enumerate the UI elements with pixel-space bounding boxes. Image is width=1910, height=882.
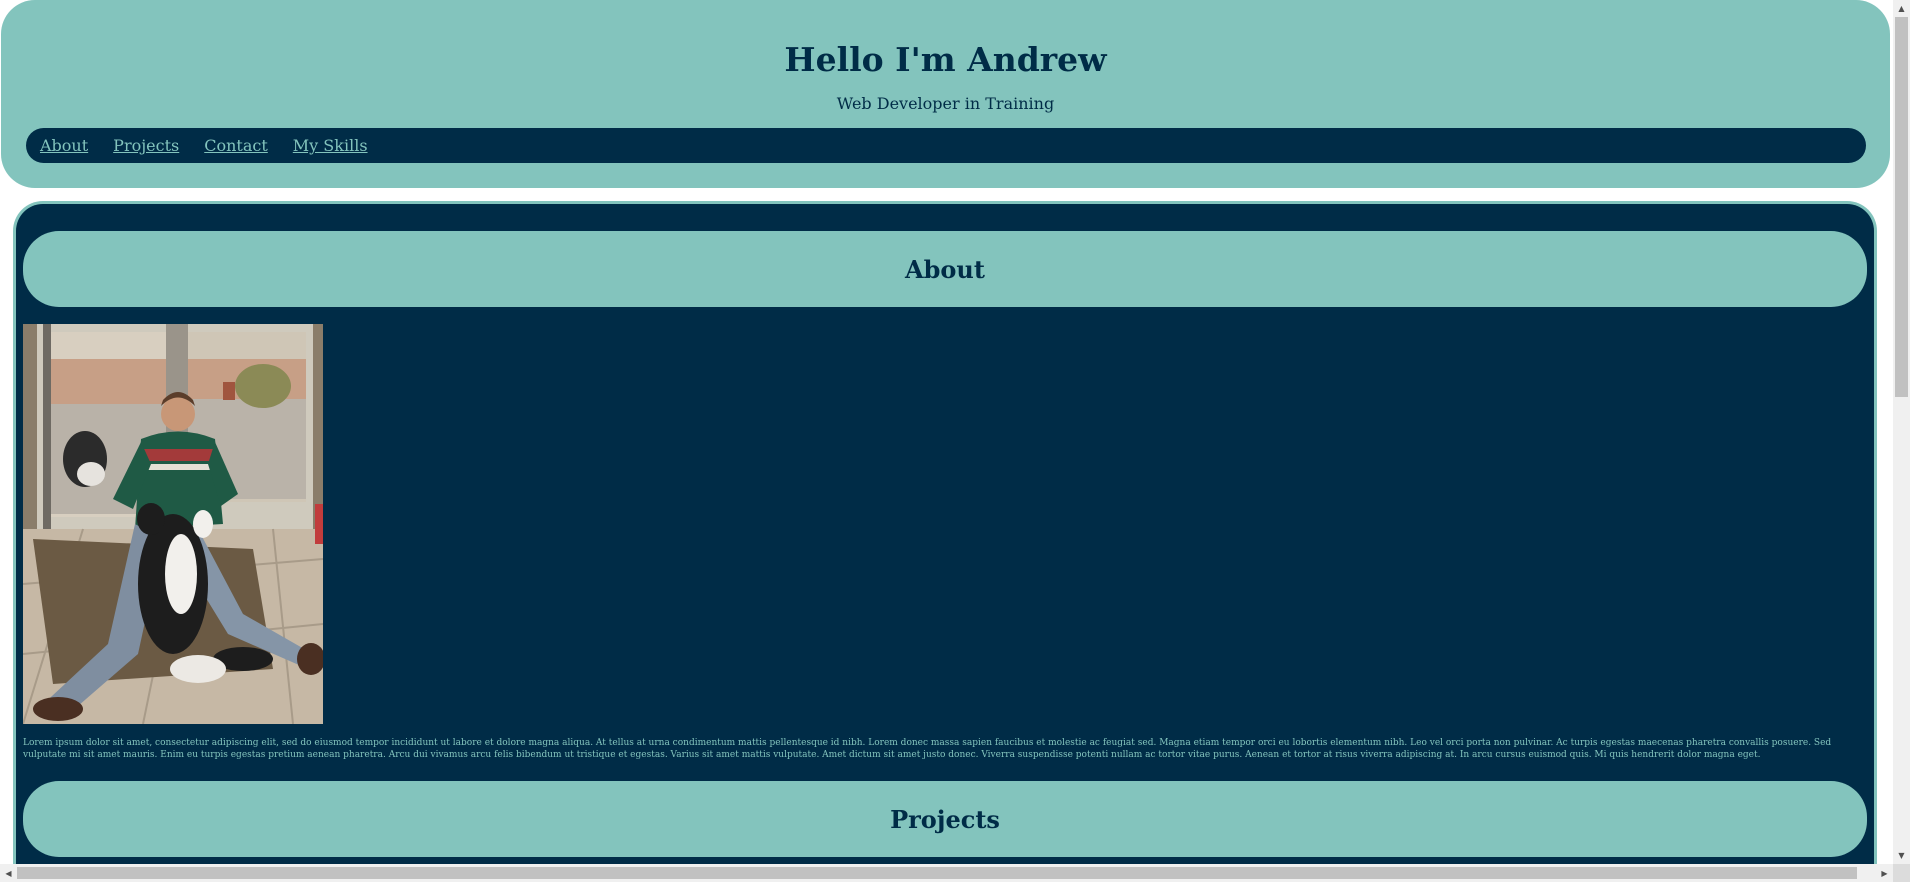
page-title: Hello I'm Andrew (784, 40, 1107, 79)
browser-viewport: Hello I'm Andrew Web Developer in Traini… (0, 0, 1910, 882)
scroll-down-arrow-icon[interactable]: ▼ (1893, 847, 1910, 864)
page: Hello I'm Andrew Web Developer in Traini… (0, 0, 1893, 864)
nav-link-contact[interactable]: Contact (204, 136, 268, 155)
page-subtitle: Web Developer in Training (836, 94, 1055, 113)
projects-section-header: Projects (23, 781, 1867, 857)
horizontal-scroll-thumb[interactable] (17, 867, 1857, 879)
about-section-header: About (23, 231, 1867, 307)
nav-link-my-skills[interactable]: My Skills (293, 136, 368, 155)
about-paragraph: Lorem ipsum dolor sit amet, consectetur … (23, 738, 1832, 760)
scrollbar-corner (1893, 864, 1910, 882)
nav-link-about[interactable]: About (40, 136, 88, 155)
nav-link-projects[interactable]: Projects (113, 136, 179, 155)
profile-photo (23, 324, 323, 724)
vertical-scroll-thumb[interactable] (1895, 17, 1908, 397)
horizontal-scrollbar[interactable]: ◀ ▶ (0, 864, 1893, 882)
scroll-left-arrow-icon[interactable]: ◀ (0, 864, 17, 882)
scroll-right-arrow-icon[interactable]: ▶ (1876, 864, 1893, 882)
projects-heading: Projects (890, 804, 1000, 834)
about-heading: About (905, 254, 985, 284)
site-header: Hello I'm Andrew Web Developer in Traini… (1, 0, 1890, 188)
main-content: About Lorem ipsum dolor sit amet, consec… (13, 201, 1877, 864)
scroll-up-arrow-icon[interactable]: ▲ (1893, 0, 1910, 17)
vertical-scrollbar[interactable]: ▲ ▼ (1893, 0, 1910, 864)
top-navigation: About Projects Contact My Skills (26, 128, 1866, 163)
profile-photo-image (23, 324, 323, 724)
